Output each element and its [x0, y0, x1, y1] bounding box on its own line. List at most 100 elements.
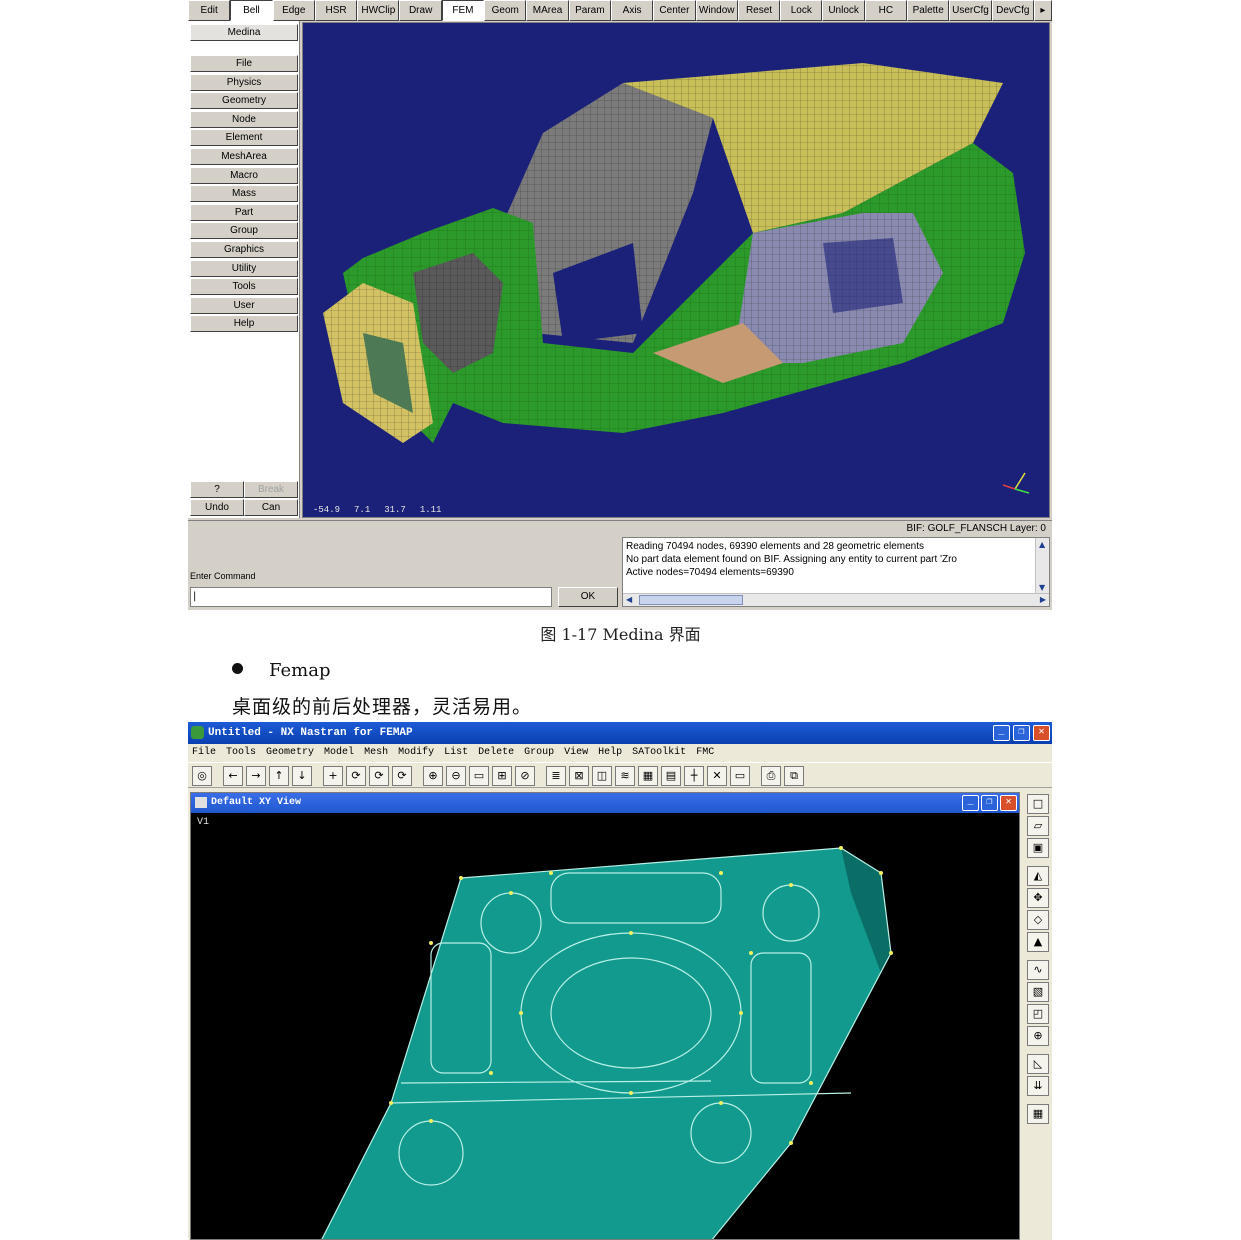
window-select-icon[interactable]: ▭ — [469, 766, 489, 786]
toolbar-tab-window[interactable]: Window — [695, 0, 738, 21]
toolbar-tab-draw[interactable]: Draw — [399, 0, 442, 21]
force-icon[interactable]: ◺ — [1027, 1054, 1049, 1074]
sidebar-item-tools[interactable]: Tools — [190, 278, 298, 296]
grid-icon[interactable]: ▦ — [638, 766, 658, 786]
sidebar-item-help[interactable]: Help — [190, 315, 298, 333]
menu-tools[interactable]: Tools — [226, 744, 256, 762]
toolbar-tab-bell[interactable]: Bell — [230, 0, 273, 21]
save-icon[interactable]: ▣ — [1027, 838, 1049, 858]
layers-icon[interactable]: ≋ — [615, 766, 635, 786]
fit-icon[interactable]: ⊞ — [492, 766, 512, 786]
menu-list[interactable]: List — [444, 744, 468, 762]
menu-model[interactable]: Model — [324, 744, 354, 762]
menu-modify[interactable]: Modify — [398, 744, 434, 762]
sidebar-item-mass[interactable]: Mass — [190, 185, 298, 203]
menu-group[interactable]: Group — [524, 744, 554, 762]
scroll-left-icon[interactable]: ◀ — [626, 595, 632, 604]
arrow-down-icon[interactable]: ↓ — [292, 766, 312, 786]
menu-geometry[interactable]: Geometry — [266, 744, 314, 762]
menu-fmc[interactable]: FMC — [696, 744, 714, 762]
toolbar-tab-hc[interactable]: HC — [864, 0, 908, 21]
menu-delete[interactable]: Delete — [478, 744, 514, 762]
toolbar-tab-palette[interactable]: Palette — [907, 0, 950, 21]
view-close-icon[interactable]: ✕ — [1000, 795, 1017, 811]
femap-logo-icon[interactable]: ◎ — [192, 766, 212, 786]
sidebar-item-graphics[interactable]: Graphics — [190, 241, 298, 258]
toolbar-tab-edge[interactable]: Edge — [272, 0, 315, 21]
load-icon[interactable]: ▲ — [1027, 932, 1049, 952]
open-icon[interactable]: ▱ — [1027, 816, 1049, 836]
zoom-in-icon[interactable]: ⊕ — [423, 766, 443, 786]
zoom-out-icon[interactable]: ⊖ — [446, 766, 466, 786]
copy-icon[interactable]: ⧉ — [784, 766, 804, 786]
minimize-icon[interactable]: _ — [993, 725, 1010, 741]
mesh-icon[interactable]: ◭ — [1027, 866, 1049, 886]
list-icon[interactable]: ≣ — [546, 766, 566, 786]
scroll-down-icon[interactable]: ▼ — [1039, 583, 1045, 592]
menu-satoolkit[interactable]: SAToolkit — [632, 744, 686, 762]
menu-view[interactable]: View — [564, 744, 588, 762]
sidebar-item-mesharea[interactable]: MeshArea — [190, 148, 298, 165]
arrow-right-icon[interactable]: → — [246, 766, 266, 786]
help-button[interactable]: ? — [190, 481, 244, 498]
box-icon[interactable]: ⊠ — [569, 766, 589, 786]
new-icon[interactable]: □ — [1027, 794, 1049, 814]
toolbar-tab-hsr[interactable]: HSR — [314, 0, 358, 21]
sidebar-item-group[interactable]: Group — [190, 222, 298, 240]
log-vertical-scrollbar[interactable]: ▲ ▼ — [1035, 538, 1049, 594]
toolbar-tab-usercfg[interactable]: UserCfg — [949, 0, 992, 21]
sidebar-item-file[interactable]: File — [190, 55, 298, 72]
sidebar-item-utility[interactable]: Utility — [190, 259, 298, 277]
sidebar-item-part[interactable]: Part — [190, 203, 298, 221]
curve-icon[interactable]: ∿ — [1027, 960, 1049, 980]
scroll-right-icon[interactable]: ▶ — [1040, 595, 1046, 604]
toolbar-tab-devcfg[interactable]: DevCfg — [991, 0, 1034, 21]
view-minimize-icon[interactable]: _ — [962, 795, 979, 811]
toolbar-tab-geom[interactable]: Geom — [484, 0, 527, 21]
rotate-x-icon[interactable]: ⟳ — [346, 766, 366, 786]
table-icon[interactable]: ▤ — [661, 766, 681, 786]
undo-button[interactable]: Undo — [190, 499, 244, 516]
can-button[interactable]: Can — [244, 499, 298, 516]
rotate-y-icon[interactable]: ⟳ — [369, 766, 389, 786]
toolbar-tab-axis[interactable]: Axis — [610, 0, 654, 21]
log-horizontal-scrollbar[interactable]: ◀ ▶ — [623, 593, 1049, 606]
toolbar-tab-marea[interactable]: MArea — [526, 0, 569, 21]
menu-file[interactable]: File — [192, 744, 216, 762]
toolbar-tab-lock[interactable]: Lock — [780, 0, 823, 21]
toolbar-tab-edit[interactable]: Edit — [188, 0, 231, 21]
arrows-icon[interactable]: ⇊ — [1027, 1076, 1049, 1096]
surface-icon[interactable]: ▧ — [1027, 982, 1049, 1002]
toolbar-tab-unlock[interactable]: Unlock — [822, 0, 865, 21]
close-x-icon[interactable]: ✕ — [707, 766, 727, 786]
scroll-up-icon[interactable]: ▲ — [1039, 540, 1045, 549]
toolbar-tab-center[interactable]: Center — [653, 0, 696, 21]
cube-icon[interactable]: ◫ — [592, 766, 612, 786]
toolbar-tab-fem[interactable]: FEM — [441, 0, 485, 21]
plus-icon[interactable]: + — [323, 766, 343, 786]
menu-help[interactable]: Help — [598, 744, 622, 762]
toolbar-tab-reset[interactable]: Reset — [737, 0, 781, 21]
sidebar-item-geometry[interactable]: Geometry — [190, 92, 298, 110]
arrow-left-icon[interactable]: ← — [223, 766, 243, 786]
maximize-icon[interactable]: ❐ — [1013, 725, 1030, 741]
node-icon[interactable]: ✥ — [1027, 888, 1049, 908]
view-maximize-icon[interactable]: ❐ — [981, 795, 998, 811]
constraint-icon[interactable]: ⊕ — [1027, 1026, 1049, 1046]
sidebar-item-macro[interactable]: Macro — [190, 166, 298, 184]
window-icon[interactable]: ▭ — [730, 766, 750, 786]
sidebar-header-medina[interactable]: Medina — [190, 24, 298, 41]
toolbar-tab-hwclip[interactable]: HWClip — [357, 0, 400, 21]
snap-icon[interactable]: ⊘ — [515, 766, 535, 786]
close-icon[interactable]: ✕ — [1033, 725, 1050, 741]
arrow-up-icon[interactable]: ↑ — [269, 766, 289, 786]
command-input[interactable]: | — [190, 587, 552, 607]
rotate-z-icon[interactable]: ⟳ — [392, 766, 412, 786]
toolbar-more-icon[interactable]: ▸ — [1033, 0, 1052, 21]
print-icon[interactable]: ⎙ — [761, 766, 781, 786]
toolbar-tab-param[interactable]: Param — [568, 0, 611, 21]
sidebar-item-user[interactable]: User — [190, 296, 298, 314]
elem-icon[interactable]: ◇ — [1027, 910, 1049, 930]
sidebar-item-element[interactable]: Element — [190, 129, 298, 147]
model-view-window[interactable]: Default XY View _ ❐ ✕ V1 — [190, 792, 1020, 1240]
